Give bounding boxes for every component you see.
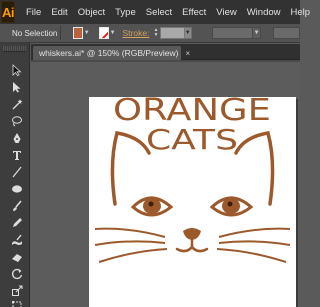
stroke-color-swatch[interactable]	[98, 27, 109, 39]
artwork-title-line2: CATS	[146, 123, 238, 156]
canvas-area[interactable]: ORANGE CATS	[31, 60, 300, 307]
close-icon[interactable]: ×	[185, 49, 190, 58]
line-segment-tool-icon[interactable]	[10, 165, 24, 179]
stroke-weight-stepper[interactable]: ▲ ▼	[153, 27, 158, 39]
brush-definition-field[interactable]	[272, 27, 301, 39]
ellipse-tool-icon[interactable]	[10, 182, 24, 196]
menu-type[interactable]: Type	[110, 7, 141, 18]
lasso-tool-icon[interactable]	[10, 114, 24, 128]
menu-window[interactable]: Window	[242, 7, 286, 18]
menu-effect[interactable]: Effect	[177, 7, 211, 18]
paintbrush-tool-icon[interactable]	[10, 199, 24, 213]
pencil-tool-icon[interactable]	[10, 216, 24, 230]
eraser-tool-icon[interactable]	[10, 250, 24, 264]
chevron-down-icon[interactable]: ▼	[110, 27, 116, 39]
right-pupil-center	[227, 201, 233, 207]
left-pupil-center	[148, 201, 154, 207]
type-tool-icon[interactable]	[10, 148, 24, 162]
whisker-right-2	[218, 240, 291, 246]
left-ear	[110, 131, 151, 206]
selection-tool-icon[interactable]	[10, 63, 24, 77]
stroke-label[interactable]: Stroke:	[123, 28, 150, 38]
rotate-tool-icon[interactable]	[10, 267, 24, 281]
app-logo: Ai	[1, 1, 15, 23]
document-tab-bar: whiskers.ai* @ 150% (RGB/Preview) ×	[31, 44, 300, 60]
pen-tool-icon[interactable]	[10, 131, 24, 145]
ruler	[31, 60, 300, 62]
cat-artwork[interactable]: ORANGE CATS	[89, 97, 296, 307]
blob-brush-tool-icon[interactable]	[10, 233, 24, 247]
magic-wand-tool-icon[interactable]	[10, 97, 24, 111]
artboard[interactable]: ORANGE CATS	[89, 97, 296, 307]
direct-selection-tool-icon[interactable]	[10, 80, 24, 94]
free-transform-tool-icon[interactable]	[10, 299, 24, 307]
whisker-left-1	[94, 227, 166, 238]
menu-bar: Ai File Edit Object Type Select Effect V…	[0, 0, 310, 24]
scale-tool-icon[interactable]	[10, 284, 24, 298]
menu-help[interactable]: Help	[286, 7, 316, 18]
menu-view[interactable]: View	[211, 7, 241, 18]
chevron-down-icon[interactable]: ▼	[184, 27, 192, 39]
stroke-weight-field[interactable]	[160, 27, 185, 39]
tools-panel	[0, 43, 30, 307]
whisker-right-1	[218, 227, 291, 238]
nose	[183, 228, 201, 240]
chevron-down-icon[interactable]: ▼	[84, 27, 90, 39]
chevron-down-icon[interactable]: ▼	[253, 27, 261, 39]
selection-status: No Selection	[12, 28, 58, 38]
whisker-left-2	[94, 240, 166, 246]
menu-object[interactable]: Object	[73, 7, 110, 18]
control-bar: No Selection ▼ ▼ Stroke: ▲ ▼ ▼ ▼	[0, 24, 301, 43]
panel-grip[interactable]	[3, 46, 26, 52]
right-ear	[234, 131, 275, 206]
document-tab-label: whiskers.ai* @ 150% (RGB/Preview)	[39, 48, 179, 58]
menu-select[interactable]: Select	[141, 7, 177, 18]
divider	[60, 26, 61, 40]
tab-document[interactable]: whiskers.ai* @ 150% (RGB/Preview) ×	[33, 46, 190, 60]
whisker-right-3	[216, 248, 287, 263]
menu-edit[interactable]: Edit	[46, 7, 72, 18]
fill-color-swatch[interactable]	[72, 27, 83, 39]
whisker-left-3	[98, 248, 168, 263]
menu-items: File Edit Object Type Select Effect View…	[21, 7, 315, 18]
variable-width-profile-field[interactable]	[211, 27, 254, 39]
menu-file[interactable]: File	[21, 7, 46, 18]
mouth	[175, 238, 209, 253]
